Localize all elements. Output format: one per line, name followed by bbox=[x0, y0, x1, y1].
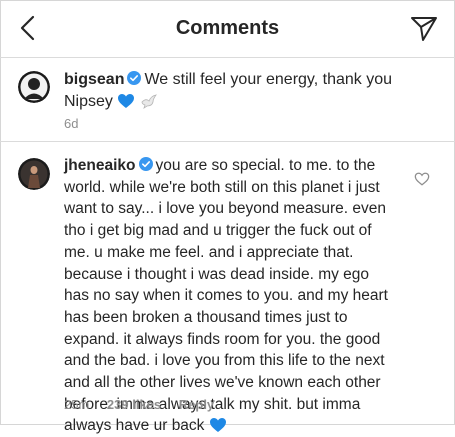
verified-badge-icon bbox=[138, 157, 153, 171]
comment-item: jheneaiko you are so special. to me. to t… bbox=[0, 142, 455, 434]
comment-username[interactable]: jheneaiko bbox=[64, 157, 136, 174]
comments-header: Comments bbox=[0, 0, 455, 58]
caption-username[interactable]: bigsean bbox=[64, 71, 124, 88]
direct-send-icon bbox=[411, 17, 437, 41]
reply-button[interactable]: Reply bbox=[179, 397, 214, 412]
caption-meta: 6d bbox=[64, 116, 92, 131]
caption-timestamp: 6d bbox=[64, 116, 79, 131]
avatar-image bbox=[18, 71, 50, 103]
blue-heart-emoji-icon bbox=[209, 418, 226, 433]
post-caption: bigsean We still feel your energy, thank … bbox=[0, 58, 455, 142]
heart-outline-icon bbox=[414, 172, 430, 186]
comment-likes-count[interactable]: 239 likes bbox=[107, 397, 161, 412]
comment-body: you are so special. to me. to the world.… bbox=[64, 157, 388, 435]
dove-emoji-icon bbox=[141, 94, 157, 109]
comment-meta: 25m 239 likes Reply bbox=[64, 397, 228, 412]
verified-badge-icon bbox=[127, 71, 142, 85]
page-title: Comments bbox=[175, 17, 280, 39]
caption-text: bigsean We still feel your energy, thank … bbox=[64, 69, 435, 113]
direct-send-button[interactable] bbox=[409, 14, 439, 42]
avatar[interactable] bbox=[18, 158, 50, 190]
like-button[interactable] bbox=[414, 171, 430, 187]
comment-text: jheneaiko you are so special. to me. to t… bbox=[64, 155, 394, 437]
avatar-image bbox=[18, 158, 50, 190]
avatar[interactable] bbox=[18, 71, 50, 103]
blue-heart-emoji-icon bbox=[118, 94, 135, 108]
comment-timestamp: 25m bbox=[64, 397, 90, 412]
